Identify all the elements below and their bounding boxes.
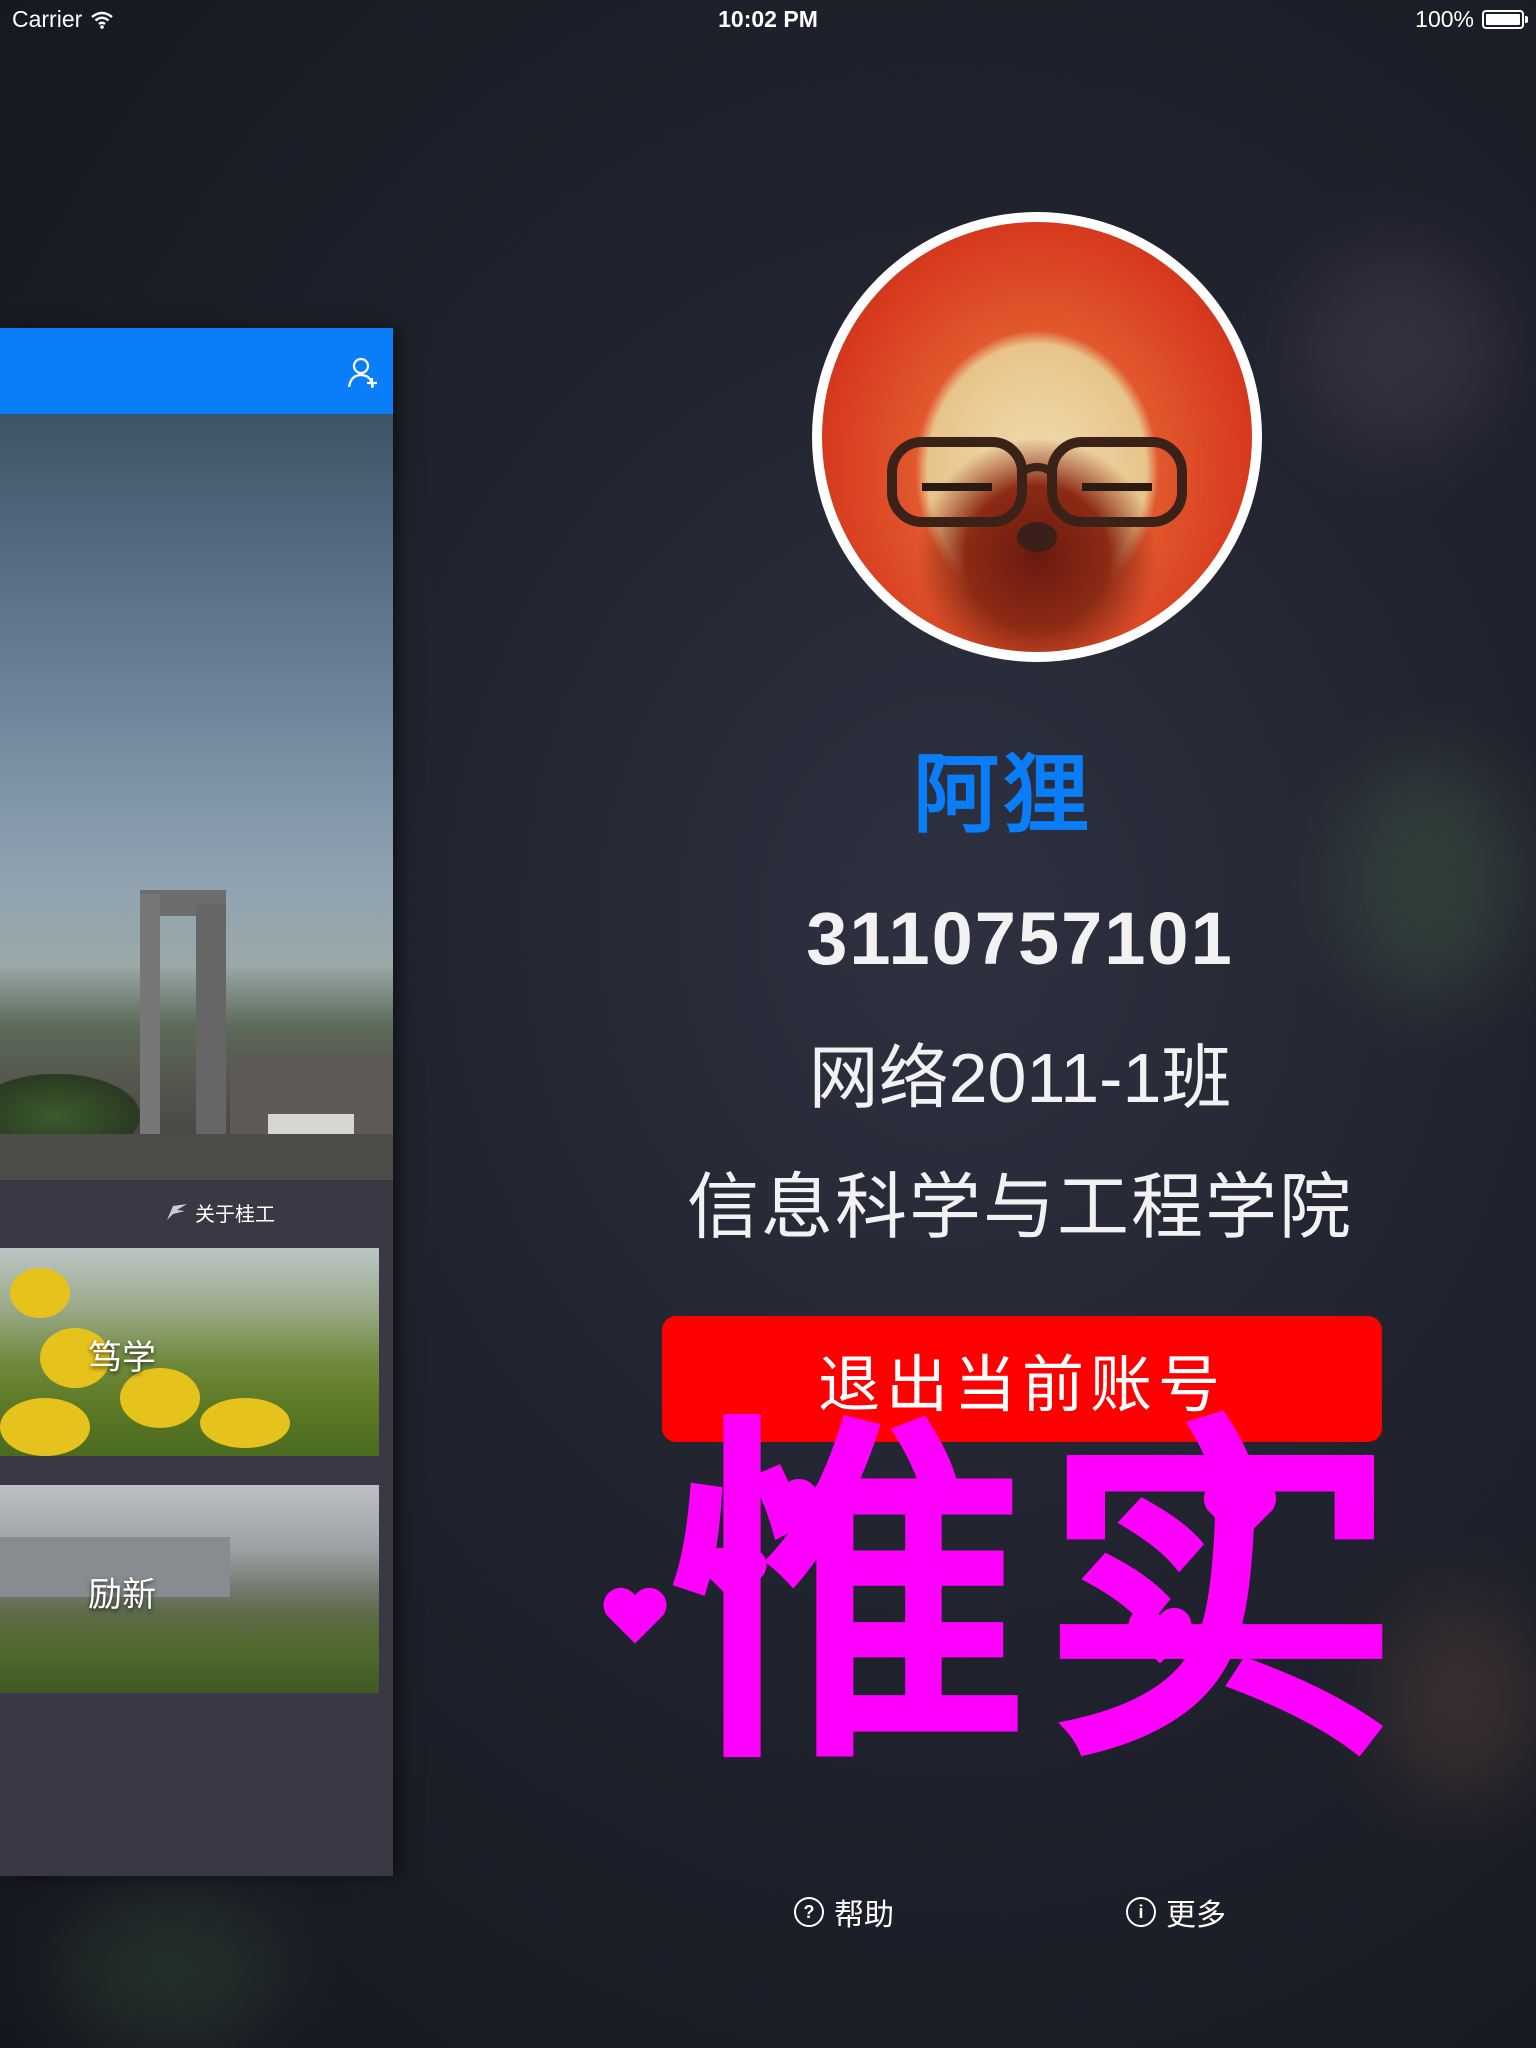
heart-icon <box>1128 1607 1192 1664</box>
main-panel-preview[interactable]: 关于桂工 笃学 励新 <box>0 328 393 1876</box>
about-link[interactable]: 关于桂工 <box>0 1180 393 1244</box>
student-id: 3110757101 <box>806 897 1234 980</box>
tile-lixin[interactable]: 励新 <box>0 1485 379 1693</box>
clock: 10:02 PM <box>718 6 818 32</box>
battery-percent: 100% <box>1415 6 1474 32</box>
bokeh-light <box>1300 250 1500 450</box>
add-user-icon[interactable] <box>347 356 381 390</box>
more-link[interactable]: i 更多 <box>1126 1890 1226 1934</box>
heart-icon <box>1203 1478 1277 1543</box>
heart-icon <box>703 1547 767 1604</box>
about-label: 关于桂工 <box>195 1203 275 1226</box>
bokeh-light <box>60 1900 280 2040</box>
help-icon: ? <box>794 1897 824 1927</box>
flower-shape <box>200 1398 290 1448</box>
status-bar: Carrier 10:02 PM 100% <box>0 0 1536 40</box>
battery-info: 100% <box>1415 6 1528 33</box>
info-icon: i <box>1126 1897 1156 1927</box>
gate-shape <box>140 894 160 1134</box>
nose-shape <box>1017 522 1057 552</box>
avatar[interactable] <box>822 222 1252 652</box>
about-logo-icon <box>167 1204 187 1220</box>
battery-icon <box>1482 10 1528 29</box>
battery-level <box>1486 14 1520 25</box>
help-label: 帮助 <box>834 1899 894 1932</box>
college-name: 信息科学与工程学院 <box>686 1168 1353 1248</box>
road-shape <box>0 1134 393 1180</box>
tile-label: 励新 <box>88 1576 156 1614</box>
gate-shape <box>196 904 226 1134</box>
user-name: 阿狸 <box>913 747 1093 843</box>
navigation-bar <box>0 328 393 414</box>
heart-icon <box>778 1478 852 1543</box>
tile-label: 笃学 <box>88 1339 156 1377</box>
help-link[interactable]: ? 帮助 <box>794 1890 894 1934</box>
flower-shape <box>10 1268 70 1318</box>
glasses-shape <box>887 437 1187 527</box>
tile-duxue[interactable]: 笃学 <box>0 1248 379 1456</box>
class-name: 网络2011-1班 <box>808 1039 1232 1117</box>
heart-icon <box>603 1587 667 1644</box>
more-label: 更多 <box>1166 1899 1226 1932</box>
flower-shape <box>0 1398 90 1456</box>
